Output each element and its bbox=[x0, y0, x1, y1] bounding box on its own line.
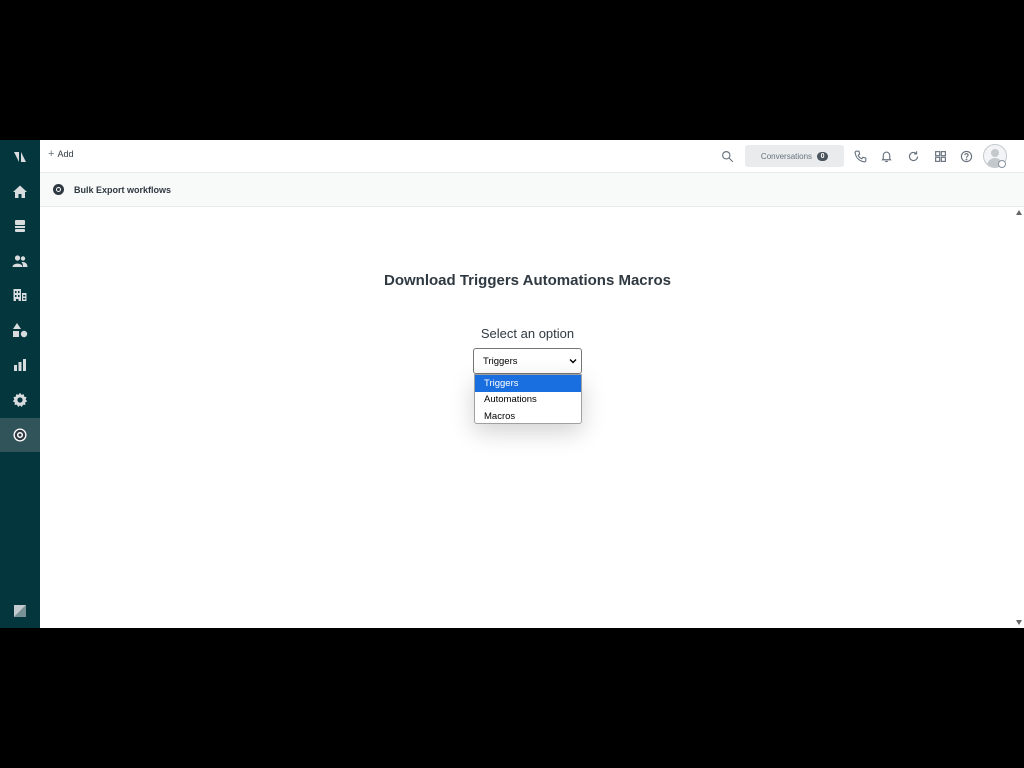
search-icon[interactable] bbox=[719, 148, 735, 164]
status-indicator bbox=[998, 160, 1006, 168]
home-icon[interactable] bbox=[0, 175, 40, 209]
reporting-icon[interactable] bbox=[0, 348, 40, 382]
app-content: Download Triggers Automations Macros Sel… bbox=[40, 207, 1015, 628]
app-title: Bulk Export workflows bbox=[74, 185, 172, 195]
sidebar bbox=[0, 140, 40, 628]
option-triggers[interactable]: Triggers bbox=[475, 375, 581, 392]
help-icon[interactable] bbox=[958, 148, 974, 164]
conversations-label: Conversations bbox=[760, 151, 813, 161]
chevron-down-icon bbox=[569, 359, 577, 364]
organizations-icon[interactable] bbox=[0, 278, 40, 312]
plus-icon: + bbox=[48, 147, 55, 160]
app-logo-icon bbox=[53, 184, 64, 195]
page-title: Download Triggers Automations Macros bbox=[384, 272, 671, 289]
select-dropdown-list: Triggers Automations Macros bbox=[474, 374, 582, 424]
app-window: + Add Conversations 0 Bulk Export workfl… bbox=[0, 140, 1024, 628]
scroll-up-arrow-icon[interactable] bbox=[1016, 210, 1022, 215]
select-label: Select an option bbox=[480, 326, 575, 341]
objects-icon[interactable] bbox=[0, 313, 40, 347]
top-bar: + Add Conversations 0 bbox=[40, 140, 1024, 173]
zendesk-logo-icon bbox=[0, 594, 40, 628]
apps-grid-icon[interactable] bbox=[932, 148, 948, 164]
refresh-icon[interactable] bbox=[905, 148, 921, 164]
add-button-label: Add bbox=[57, 149, 74, 159]
zendesk-products-icon[interactable] bbox=[0, 140, 40, 174]
option-automations[interactable]: Automations bbox=[475, 392, 581, 409]
notifications-icon[interactable] bbox=[878, 148, 894, 164]
option-select[interactable]: Triggers bbox=[473, 348, 582, 374]
customers-icon[interactable] bbox=[0, 244, 40, 278]
admin-gear-icon[interactable] bbox=[0, 383, 40, 417]
phone-icon[interactable] bbox=[852, 148, 868, 164]
conversations-count-badge: 0 bbox=[817, 151, 829, 161]
conversations-button[interactable]: Conversations 0 bbox=[745, 145, 844, 167]
views-icon[interactable] bbox=[0, 209, 40, 243]
option-macros[interactable]: Macros bbox=[475, 408, 581, 425]
selected-value: Triggers bbox=[483, 355, 518, 367]
scroll-down-arrow-icon[interactable] bbox=[1016, 620, 1022, 625]
scrollbar[interactable] bbox=[1015, 207, 1024, 628]
bulk-export-app-icon[interactable] bbox=[0, 418, 40, 452]
app-header-bar: Bulk Export workflows bbox=[40, 173, 1024, 207]
add-button[interactable]: + Add bbox=[48, 147, 74, 160]
